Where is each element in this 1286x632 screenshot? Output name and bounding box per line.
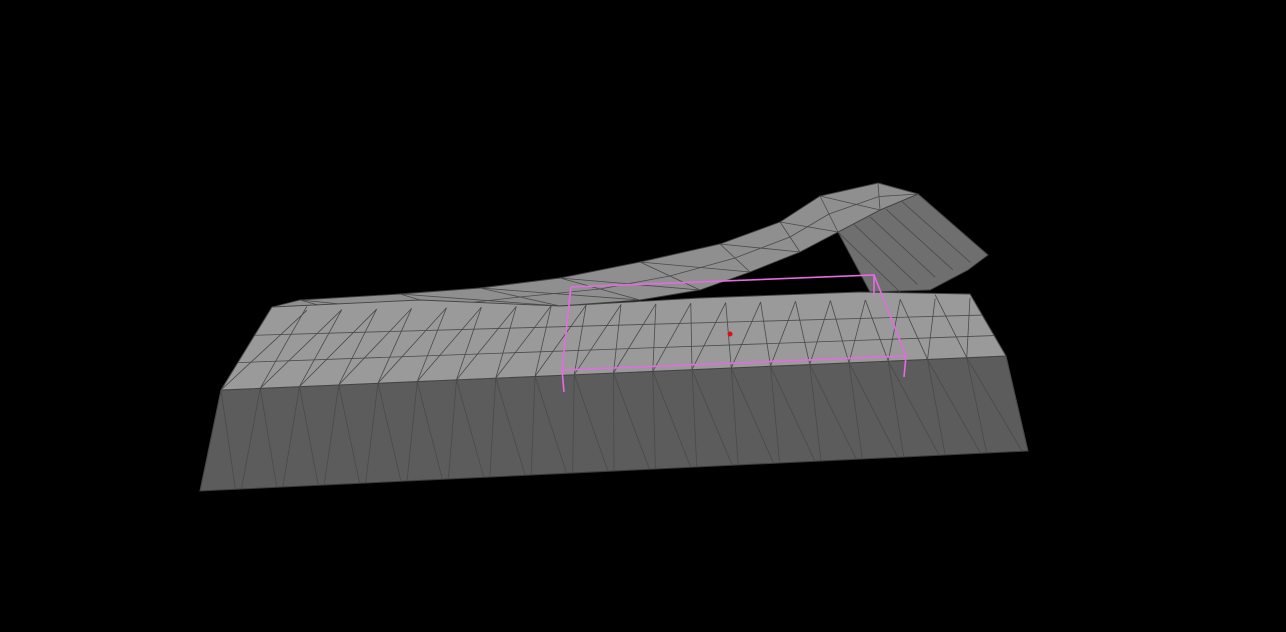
slab-mesh[interactable] bbox=[199, 291, 1029, 492]
pivot-point-icon[interactable] bbox=[727, 331, 733, 337]
3d-viewport[interactable] bbox=[0, 0, 1286, 632]
slab-front-edge bbox=[613, 372, 615, 472]
scene-canvas[interactable] bbox=[0, 0, 1286, 632]
